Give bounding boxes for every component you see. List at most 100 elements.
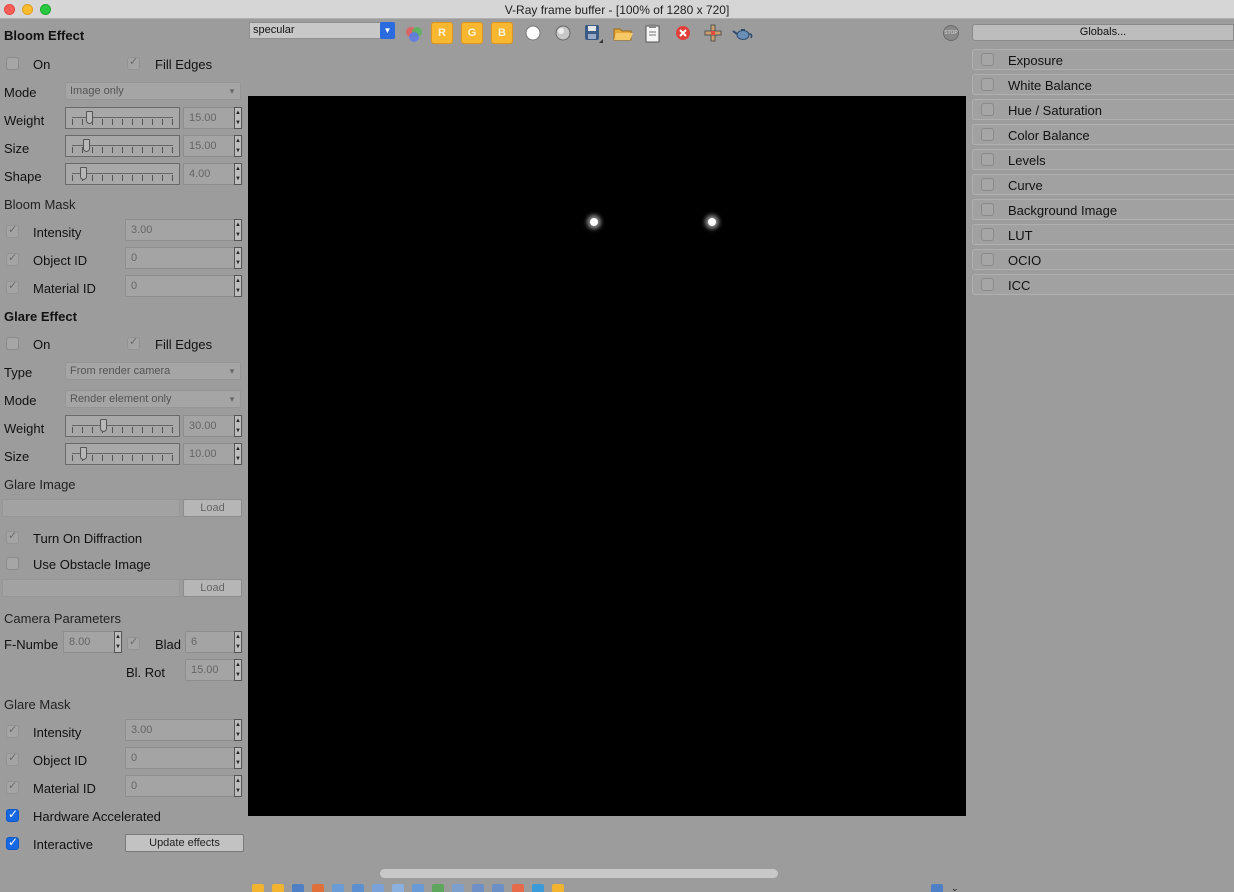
horizontal-scrollbar[interactable] bbox=[380, 869, 778, 878]
glare-image-load-button[interactable]: Load bbox=[183, 499, 242, 517]
bloom-intensity-input[interactable]: 3.00 ▲ ▼ bbox=[125, 219, 242, 241]
clear-image-icon[interactable] bbox=[672, 23, 694, 45]
copy-clipboard-icon[interactable] bbox=[642, 23, 664, 45]
slider-thumb[interactable] bbox=[86, 111, 94, 124]
blades-checkbox[interactable] bbox=[127, 635, 140, 650]
ocio-icon[interactable] bbox=[472, 884, 484, 892]
slider-thumb[interactable] bbox=[83, 139, 91, 152]
glare-image-path-field[interactable] bbox=[2, 499, 180, 517]
slider-thumb[interactable] bbox=[79, 167, 87, 180]
spinner-arrows-icon[interactable]: ▲ ▼ bbox=[234, 747, 242, 769]
diffraction-checkbox[interactable] bbox=[6, 529, 19, 544]
settings-icon[interactable] bbox=[552, 884, 564, 892]
spinner-arrows-icon[interactable]: ▲ ▼ bbox=[234, 659, 242, 681]
spinner-arrows-icon[interactable]: ▲ ▼ bbox=[234, 775, 242, 797]
spinner-arrows-icon[interactable]: ▲ ▼ bbox=[234, 135, 242, 157]
lut-icon[interactable] bbox=[452, 884, 464, 892]
glare-intensity-checkbox[interactable] bbox=[6, 723, 19, 738]
glare-weight-input[interactable]: 30.00 ▲ ▼ bbox=[183, 415, 242, 437]
interactive-checkbox[interactable] bbox=[6, 835, 19, 850]
open-folder-icon[interactable] bbox=[612, 23, 634, 45]
spinner-arrows-icon[interactable]: ▲ ▼ bbox=[234, 219, 242, 241]
bloom-on-checkbox[interactable] bbox=[6, 57, 19, 70]
blade-rotation-input[interactable]: 15.00 ▲ ▼ bbox=[185, 659, 242, 681]
balance-icon[interactable] bbox=[352, 884, 364, 892]
bloom-material-id-input[interactable]: 0 ▲ ▼ bbox=[125, 275, 242, 297]
alpha-white-icon[interactable] bbox=[522, 23, 544, 45]
render-teapot-icon[interactable] bbox=[732, 23, 754, 45]
bloom-object-id-checkbox[interactable] bbox=[6, 251, 19, 266]
track-mouse-icon[interactable] bbox=[702, 23, 724, 45]
save-image-icon[interactable] bbox=[582, 23, 604, 45]
blades-input[interactable]: 6 ▲ ▼ bbox=[185, 631, 242, 653]
render-viewport[interactable] bbox=[248, 96, 966, 816]
ab-icon[interactable] bbox=[532, 884, 544, 892]
globals-button[interactable]: Globals... bbox=[972, 24, 1234, 41]
correction-item-exposure[interactable]: Exposure bbox=[972, 49, 1234, 70]
obstacle-image-load-button[interactable]: Load bbox=[183, 579, 242, 597]
obstacle-image-checkbox[interactable] bbox=[6, 557, 19, 570]
correction-item-curve[interactable]: Curve bbox=[972, 174, 1234, 195]
bloom-shape-slider[interactable] bbox=[65, 163, 180, 185]
exposure-icon[interactable] bbox=[312, 884, 324, 892]
spinner-arrows-icon[interactable]: ▲ ▼ bbox=[234, 275, 242, 297]
curve-icon[interactable] bbox=[392, 884, 404, 892]
glare-size-input[interactable]: 10.00 ▲ ▼ bbox=[183, 443, 242, 465]
correction-item-lut[interactable]: LUT bbox=[972, 224, 1234, 245]
layers-icon[interactable] bbox=[272, 884, 284, 892]
spinner-arrows-icon[interactable]: ▲ ▼ bbox=[234, 247, 242, 269]
glare-fill-edges-checkbox[interactable] bbox=[127, 335, 140, 350]
hsl-icon[interactable] bbox=[332, 884, 344, 892]
blue-channel-button[interactable]: B bbox=[491, 22, 513, 44]
bloom-size-input[interactable]: 15.00 ▲ ▼ bbox=[183, 135, 242, 157]
correction-item-hue-saturation[interactable]: Hue / Saturation bbox=[972, 99, 1234, 120]
glare-object-id-checkbox[interactable] bbox=[6, 751, 19, 766]
glare-on-checkbox[interactable] bbox=[6, 337, 19, 350]
correction-item-icc[interactable]: ICC bbox=[972, 274, 1234, 295]
background-icon[interactable] bbox=[432, 884, 444, 892]
obstacle-image-path-field[interactable] bbox=[2, 579, 180, 597]
slider-thumb[interactable] bbox=[79, 447, 87, 460]
slider-thumb[interactable] bbox=[100, 419, 108, 432]
glare-weight-slider[interactable] bbox=[65, 415, 180, 437]
icc-icon[interactable] bbox=[492, 884, 504, 892]
correction-item-color-balance[interactable]: Color Balance bbox=[972, 124, 1234, 145]
glare-object-id-input[interactable]: 0 ▲ ▼ bbox=[125, 747, 242, 769]
update-effects-button[interactable]: Update effects bbox=[125, 834, 244, 852]
levels-icon[interactable] bbox=[372, 884, 384, 892]
spinner-arrows-icon[interactable]: ▲ ▼ bbox=[234, 631, 242, 653]
bloom-object-id-input[interactable]: 0 ▲ ▼ bbox=[125, 247, 242, 269]
lens-icon[interactable] bbox=[412, 884, 424, 892]
spinner-arrows-icon[interactable]: ▲ ▼ bbox=[234, 719, 242, 741]
bloom-shape-input[interactable]: 4.00 ▲ ▼ bbox=[183, 163, 242, 185]
spinner-arrows-icon[interactable]: ▲ ▼ bbox=[114, 631, 122, 653]
history-icon[interactable] bbox=[252, 884, 264, 892]
glare-material-id-input[interactable]: 0 ▲ ▼ bbox=[125, 775, 242, 797]
red-channel-button[interactable]: R bbox=[431, 22, 453, 44]
bloom-material-id-checkbox[interactable] bbox=[6, 279, 19, 294]
glare-type-dropdown[interactable]: From render camera ▾ bbox=[65, 362, 241, 380]
render-channel-dropdown[interactable]: specular ▼ bbox=[249, 22, 395, 39]
spinner-arrows-icon[interactable]: ▲ ▼ bbox=[234, 163, 242, 185]
bloom-mode-dropdown[interactable]: Image only ▾ bbox=[65, 82, 241, 100]
spinner-arrows-icon[interactable]: ▲ ▼ bbox=[234, 107, 242, 129]
color-channels-icon[interactable] bbox=[403, 23, 425, 45]
bloom-fill-edges-checkbox[interactable] bbox=[127, 55, 140, 70]
correction-item-background-image[interactable]: Background Image bbox=[972, 199, 1234, 220]
spinner-arrows-icon[interactable]: ▲ ▼ bbox=[234, 415, 242, 437]
compare-icon[interactable] bbox=[512, 884, 524, 892]
glare-mode-dropdown[interactable]: Render element only ▾ bbox=[65, 390, 241, 408]
info-icon[interactable] bbox=[292, 884, 304, 892]
panel-toggle-icon[interactable] bbox=[931, 884, 943, 892]
correction-item-ocio[interactable]: OCIO bbox=[972, 249, 1234, 270]
correction-item-white-balance[interactable]: White Balance bbox=[972, 74, 1234, 95]
glare-intensity-input[interactable]: 3.00 ▲ ▼ bbox=[125, 719, 242, 741]
stop-render-button[interactable]: STOP bbox=[943, 25, 959, 41]
monochrome-icon[interactable] bbox=[552, 23, 574, 45]
green-channel-button[interactable]: G bbox=[461, 22, 483, 44]
spinner-arrows-icon[interactable]: ▲ ▼ bbox=[234, 443, 242, 465]
correction-item-levels[interactable]: Levels bbox=[972, 149, 1234, 170]
bloom-intensity-checkbox[interactable] bbox=[6, 223, 19, 238]
bloom-weight-slider[interactable] bbox=[65, 107, 180, 129]
glare-material-id-checkbox[interactable] bbox=[6, 779, 19, 794]
